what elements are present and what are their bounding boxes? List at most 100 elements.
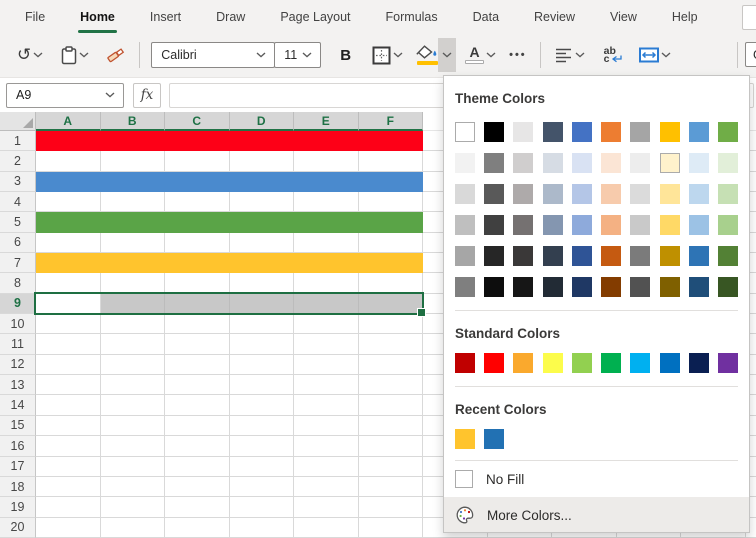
cell[interactable]: [165, 436, 230, 456]
borders-chevron-icon[interactable]: [391, 48, 405, 62]
cell[interactable]: [294, 395, 359, 415]
color-swatch[interactable]: [513, 153, 533, 173]
color-swatch[interactable]: [484, 184, 504, 204]
cell[interactable]: [230, 192, 295, 212]
color-swatch[interactable]: [543, 246, 563, 266]
color-swatch[interactable]: [484, 429, 504, 449]
cell[interactable]: [294, 314, 359, 334]
cell[interactable]: [36, 416, 101, 436]
row-header-18[interactable]: 18: [0, 477, 36, 497]
name-box[interactable]: A9: [6, 83, 124, 108]
font-color-chevron-icon[interactable]: [484, 48, 498, 62]
tab-page-layout[interactable]: Page Layout: [280, 0, 350, 33]
cell[interactable]: [294, 334, 359, 354]
cell[interactable]: [294, 497, 359, 517]
color-swatch[interactable]: [572, 184, 592, 204]
cell[interactable]: [36, 273, 101, 293]
bold-button[interactable]: B: [340, 47, 351, 64]
cell[interactable]: [359, 334, 424, 354]
cell[interactable]: [165, 192, 230, 212]
color-swatch[interactable]: [572, 277, 592, 297]
cell[interactable]: [36, 497, 101, 517]
color-swatch[interactable]: [455, 215, 475, 235]
color-swatch[interactable]: [630, 246, 650, 266]
cell[interactable]: [294, 477, 359, 497]
cell[interactable]: [165, 131, 230, 151]
row-header-10[interactable]: 10: [0, 314, 36, 334]
cell[interactable]: [294, 355, 359, 375]
color-swatch[interactable]: [572, 122, 592, 142]
cell[interactable]: [359, 457, 424, 477]
cell[interactable]: [36, 233, 101, 253]
color-swatch[interactable]: [630, 215, 650, 235]
cell[interactable]: [230, 416, 295, 436]
cell[interactable]: [165, 334, 230, 354]
row-header-19[interactable]: 19: [0, 497, 36, 517]
tab-formulas[interactable]: Formulas: [386, 0, 438, 33]
align-chevron-icon[interactable]: [573, 48, 587, 62]
align-button[interactable]: [555, 48, 587, 63]
cell[interactable]: [165, 212, 230, 232]
cell[interactable]: [359, 314, 424, 334]
color-swatch[interactable]: [543, 215, 563, 235]
borders-button[interactable]: [372, 46, 405, 65]
cell[interactable]: [230, 477, 295, 497]
color-swatch[interactable]: [601, 215, 621, 235]
cell[interactable]: [36, 355, 101, 375]
font-color-button[interactable]: A: [465, 46, 498, 64]
cell[interactable]: [359, 212, 424, 232]
column-header-C[interactable]: C: [165, 112, 230, 131]
color-swatch[interactable]: [484, 353, 504, 373]
cell[interactable]: [359, 192, 424, 212]
cell[interactable]: [165, 172, 230, 192]
cell[interactable]: [101, 457, 166, 477]
color-swatch[interactable]: [513, 277, 533, 297]
row-header-8[interactable]: 8: [0, 273, 36, 293]
cell[interactable]: [36, 253, 101, 273]
color-swatch[interactable]: [572, 246, 592, 266]
color-swatch[interactable]: [601, 122, 621, 142]
cell[interactable]: [36, 151, 101, 171]
cell[interactable]: [101, 172, 166, 192]
color-swatch[interactable]: [455, 122, 475, 142]
collapsed-control[interactable]: [742, 5, 756, 30]
cell[interactable]: [36, 375, 101, 395]
color-swatch[interactable]: [689, 122, 709, 142]
color-swatch[interactable]: [455, 246, 475, 266]
cell[interactable]: [101, 212, 166, 232]
more-options-button[interactable]: •••: [509, 49, 527, 61]
cell[interactable]: [101, 395, 166, 415]
tab-home[interactable]: Home: [80, 0, 115, 33]
cell[interactable]: [101, 151, 166, 171]
wrap-text-button[interactable]: ab c: [604, 47, 623, 64]
cell[interactable]: [36, 477, 101, 497]
cell[interactable]: [36, 131, 101, 151]
cell[interactable]: [359, 375, 424, 395]
cell[interactable]: [359, 253, 424, 273]
cell[interactable]: [36, 192, 101, 212]
color-swatch[interactable]: [689, 153, 709, 173]
color-swatch[interactable]: [455, 277, 475, 297]
cell[interactable]: [230, 212, 295, 232]
color-swatch[interactable]: [660, 153, 680, 173]
color-swatch[interactable]: [455, 353, 475, 373]
cell[interactable]: [165, 253, 230, 273]
cell[interactable]: [165, 233, 230, 253]
column-header-F[interactable]: F: [359, 112, 424, 131]
cell[interactable]: [101, 192, 166, 212]
color-swatch[interactable]: [513, 215, 533, 235]
color-swatch[interactable]: [513, 246, 533, 266]
row-header-15[interactable]: 15: [0, 416, 36, 436]
cell[interactable]: [294, 416, 359, 436]
cell[interactable]: [359, 273, 424, 293]
cell[interactable]: [294, 151, 359, 171]
insert-function-button[interactable]: fx: [133, 83, 161, 108]
color-swatch[interactable]: [689, 277, 709, 297]
color-swatch[interactable]: [718, 122, 738, 142]
cell[interactable]: [230, 518, 295, 538]
color-swatch[interactable]: [630, 184, 650, 204]
cell[interactable]: [359, 172, 424, 192]
cell[interactable]: [359, 416, 424, 436]
cell[interactable]: [359, 477, 424, 497]
cell[interactable]: [359, 497, 424, 517]
